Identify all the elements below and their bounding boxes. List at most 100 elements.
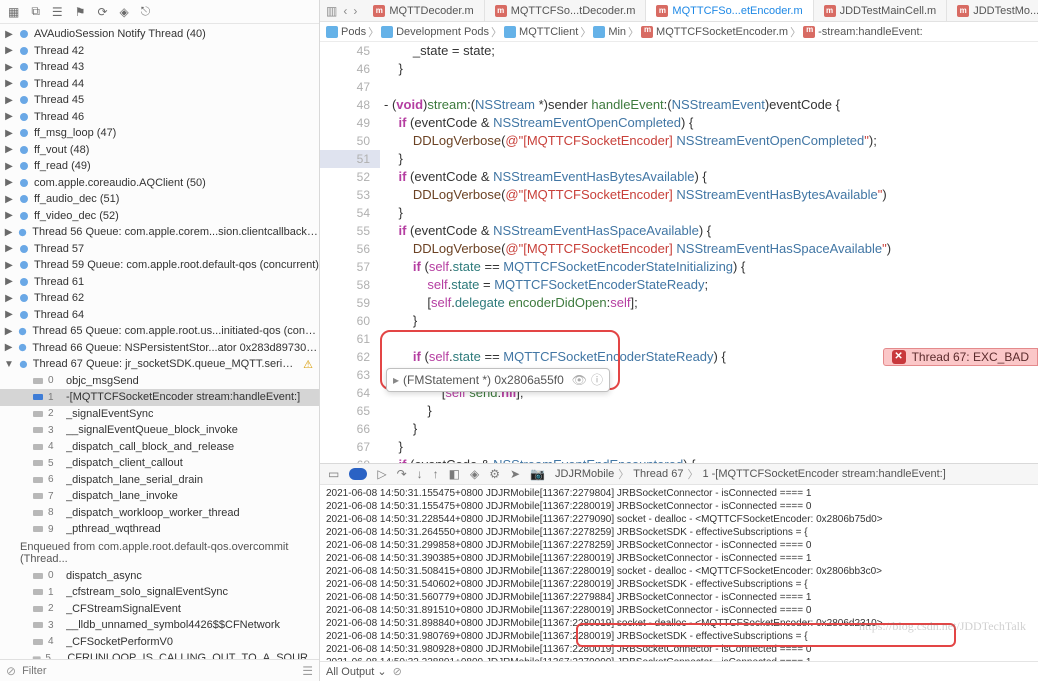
code-line[interactable]: 60 }	[320, 312, 1038, 330]
stack-frame[interactable]: 5 _dispatch_client_callout	[0, 455, 319, 472]
editor-tab[interactable]: mJDDTestMainCell.m	[814, 0, 948, 21]
thread-row[interactable]: ▶ ff_video_dec (52)	[0, 208, 319, 225]
breadcrumb-segment[interactable]: MQTTClient	[504, 26, 578, 38]
thread-row[interactable]: ▶ ff_vout (48)	[0, 142, 319, 159]
step-out-icon[interactable]: ↑	[433, 467, 439, 481]
gutter[interactable]: 49	[320, 114, 380, 132]
env-icon[interactable]: ⚙	[489, 467, 500, 481]
code-line[interactable]: 45 _state = state;	[320, 42, 1038, 60]
code-line[interactable]: 53 DDLogVerbose(@"[MQTTCFSocketEncoder] …	[320, 186, 1038, 204]
thread-row[interactable]: ▶ Thread 59 Queue: com.apple.root.defaul…	[0, 257, 319, 274]
code-line[interactable]: 56 DDLogVerbose(@"[MQTTCFSocketEncoder] …	[320, 240, 1038, 258]
gutter[interactable]: 60	[320, 312, 380, 330]
gutter[interactable]: 46	[320, 60, 380, 78]
stack-frame[interactable]: 7 _dispatch_lane_invoke	[0, 488, 319, 505]
thread-row[interactable]: ▶ Thread 46	[0, 109, 319, 126]
thread-row[interactable]: ▶ Thread 65 Queue: com.apple.root.us...i…	[0, 323, 319, 340]
stack-frame[interactable]: 0 dispatch_async	[0, 568, 319, 585]
stack-frame[interactable]: 1 -[MQTTCFSocketEncoder stream:handleEve…	[0, 389, 319, 406]
code-line[interactable]: 68 if (eventCode & NSStreamEventEndEncou…	[320, 456, 1038, 463]
disclosure-icon[interactable]: ▶	[4, 227, 13, 238]
filter-toggle-icon[interactable]: ☰	[302, 664, 313, 678]
code-line[interactable]: 59 [self.delegate encoderDidOpen:self];	[320, 294, 1038, 312]
disclosure-icon[interactable]: ▶	[4, 326, 13, 337]
code-line[interactable]: 61	[320, 330, 1038, 348]
gutter[interactable]: 66	[320, 420, 380, 438]
disclosure-icon[interactable]: ▼	[4, 359, 14, 370]
gutter[interactable]: 64	[320, 384, 380, 402]
disclosure-icon[interactable]: ▶	[4, 161, 14, 172]
gutter[interactable]: 57	[320, 258, 380, 276]
forward-icon[interactable]: ›	[353, 4, 357, 18]
gutter[interactable]: 47	[320, 78, 380, 96]
stack-frame[interactable]: 5 _CFRUNLOOP_IS_CALLING_OUT_TO_A_SOURCE0…	[0, 650, 319, 659]
console-breadcrumb-seg[interactable]: 1 -[MQTTCFSocketEncoder stream:handleEve…	[702, 468, 945, 480]
disclosure-icon[interactable]: ▶	[4, 128, 14, 139]
thread-row[interactable]: ▶ Thread 56 Queue: com.apple.corem...sio…	[0, 224, 319, 241]
breakpoint-toggle[interactable]	[349, 468, 367, 480]
code-line[interactable]: 48- (void)stream:(NSStream *)sender hand…	[320, 96, 1038, 114]
step-over-icon[interactable]: ↷	[397, 467, 407, 481]
thread-row[interactable]: ▶ Thread 64	[0, 307, 319, 324]
breadcrumb-segment[interactable]: Pods	[326, 26, 366, 38]
gutter[interactable]: 63	[320, 366, 380, 384]
stack-frame[interactable]: 3 __lldb_unnamed_symbol4426$$CFNetwork	[0, 617, 319, 634]
disclosure-icon[interactable]: ▶	[4, 293, 14, 304]
toolbar-icon[interactable]: ⚑	[75, 5, 86, 19]
console-breadcrumb-seg[interactable]: Thread 67	[633, 468, 683, 480]
code-line[interactable]: 52 if (eventCode & NSStreamEventHasBytes…	[320, 168, 1038, 186]
stack-frame[interactable]: 2 _CFStreamSignalEvent	[0, 601, 319, 618]
gutter[interactable]: 62	[320, 348, 380, 366]
code-line[interactable]: 51 }	[320, 150, 1038, 168]
thread-row[interactable]: ▼ Thread 67 Queue: jr_socketSDK.queue_MQ…	[0, 356, 319, 373]
code-line[interactable]: 46 }	[320, 60, 1038, 78]
code-line[interactable]: 47	[320, 78, 1038, 96]
gutter[interactable]: 55	[320, 222, 380, 240]
thread-row[interactable]: ▶ Thread 66 Queue: NSPersistentStor...at…	[0, 340, 319, 357]
code-editor[interactable]: 45 _state = state;46 }4748- (void)stream…	[320, 42, 1038, 463]
toolbar-icon[interactable]: ⎋	[141, 4, 151, 19]
code-line[interactable]: 54 }	[320, 204, 1038, 222]
gutter[interactable]: 51	[320, 150, 380, 168]
gutter[interactable]: 58	[320, 276, 380, 294]
disclosure-icon[interactable]: ▶	[4, 194, 14, 205]
toggle-panel-icon[interactable]: ▭	[328, 467, 339, 481]
disclosure-icon[interactable]: ▶	[4, 29, 14, 40]
debug-value-popup[interactable]: ▸ (FMStatement *) 0x2806a55f0 👁ⓘ	[386, 368, 610, 392]
back-icon[interactable]: ‹	[343, 4, 347, 18]
editor-tab[interactable]: mMQTTCFSo...etEncoder.m	[646, 0, 813, 21]
info-icon[interactable]: ⓘ	[591, 371, 603, 389]
disclosure-icon[interactable]: ▶	[4, 276, 14, 287]
disclosure-icon[interactable]: ▶	[4, 62, 14, 73]
code-line[interactable]: 58 self.state = MQTTCFSocketEncoderState…	[320, 276, 1038, 294]
disclosure-icon[interactable]: ▶	[4, 243, 14, 254]
debug-view-icon[interactable]: ◧	[449, 467, 460, 481]
stack-frame[interactable]: 6 _dispatch_lane_serial_drain	[0, 472, 319, 489]
disclosure-icon[interactable]: ▶	[4, 111, 14, 122]
disclosure-icon[interactable]: ▶	[4, 309, 14, 320]
toolbar-icon[interactable]: ▦	[8, 5, 19, 19]
thread-row[interactable]: ▶ Thread 62	[0, 290, 319, 307]
split-icon[interactable]: ▥	[326, 4, 337, 18]
stack-frame[interactable]: 1 _cfstream_solo_signalEventSync	[0, 584, 319, 601]
disclosure-icon[interactable]: ▶	[4, 210, 14, 221]
thread-row[interactable]: ▶ Thread 61	[0, 274, 319, 291]
gutter[interactable]: 56	[320, 240, 380, 258]
continue-icon[interactable]: ▷	[377, 467, 386, 481]
clear-icon[interactable]: ⊘	[393, 665, 402, 678]
toolbar-icon[interactable]: ⧉	[31, 4, 40, 19]
disclosure-icon[interactable]: ▶	[4, 342, 13, 353]
thread-row[interactable]: ▶ AVAudioSession Notify Thread (40)	[0, 26, 319, 43]
memory-graph-icon[interactable]: ◈	[470, 467, 479, 481]
code-line[interactable]: 66 }	[320, 420, 1038, 438]
code-line[interactable]: 50 DDLogVerbose(@"[MQTTCFSocketEncoder] …	[320, 132, 1038, 150]
console-breadcrumb-seg[interactable]: JDJRMobile	[555, 468, 614, 480]
thread-row[interactable]: ▶ ff_audio_dec (51)	[0, 191, 319, 208]
gutter[interactable]: 65	[320, 402, 380, 420]
breadcrumb[interactable]: Pods〉Development Pods〉MQTTClient〉Min〉MQT…	[320, 22, 1038, 42]
eye-icon[interactable]: 👁	[572, 371, 587, 389]
gutter[interactable]: 52	[320, 168, 380, 186]
breadcrumb-segment[interactable]: Min	[593, 26, 626, 38]
toolbar-icon[interactable]: ◈	[120, 5, 129, 19]
thread-tree[interactable]: ▶ AVAudioSession Notify Thread (40) ▶ Thr…	[0, 24, 319, 659]
